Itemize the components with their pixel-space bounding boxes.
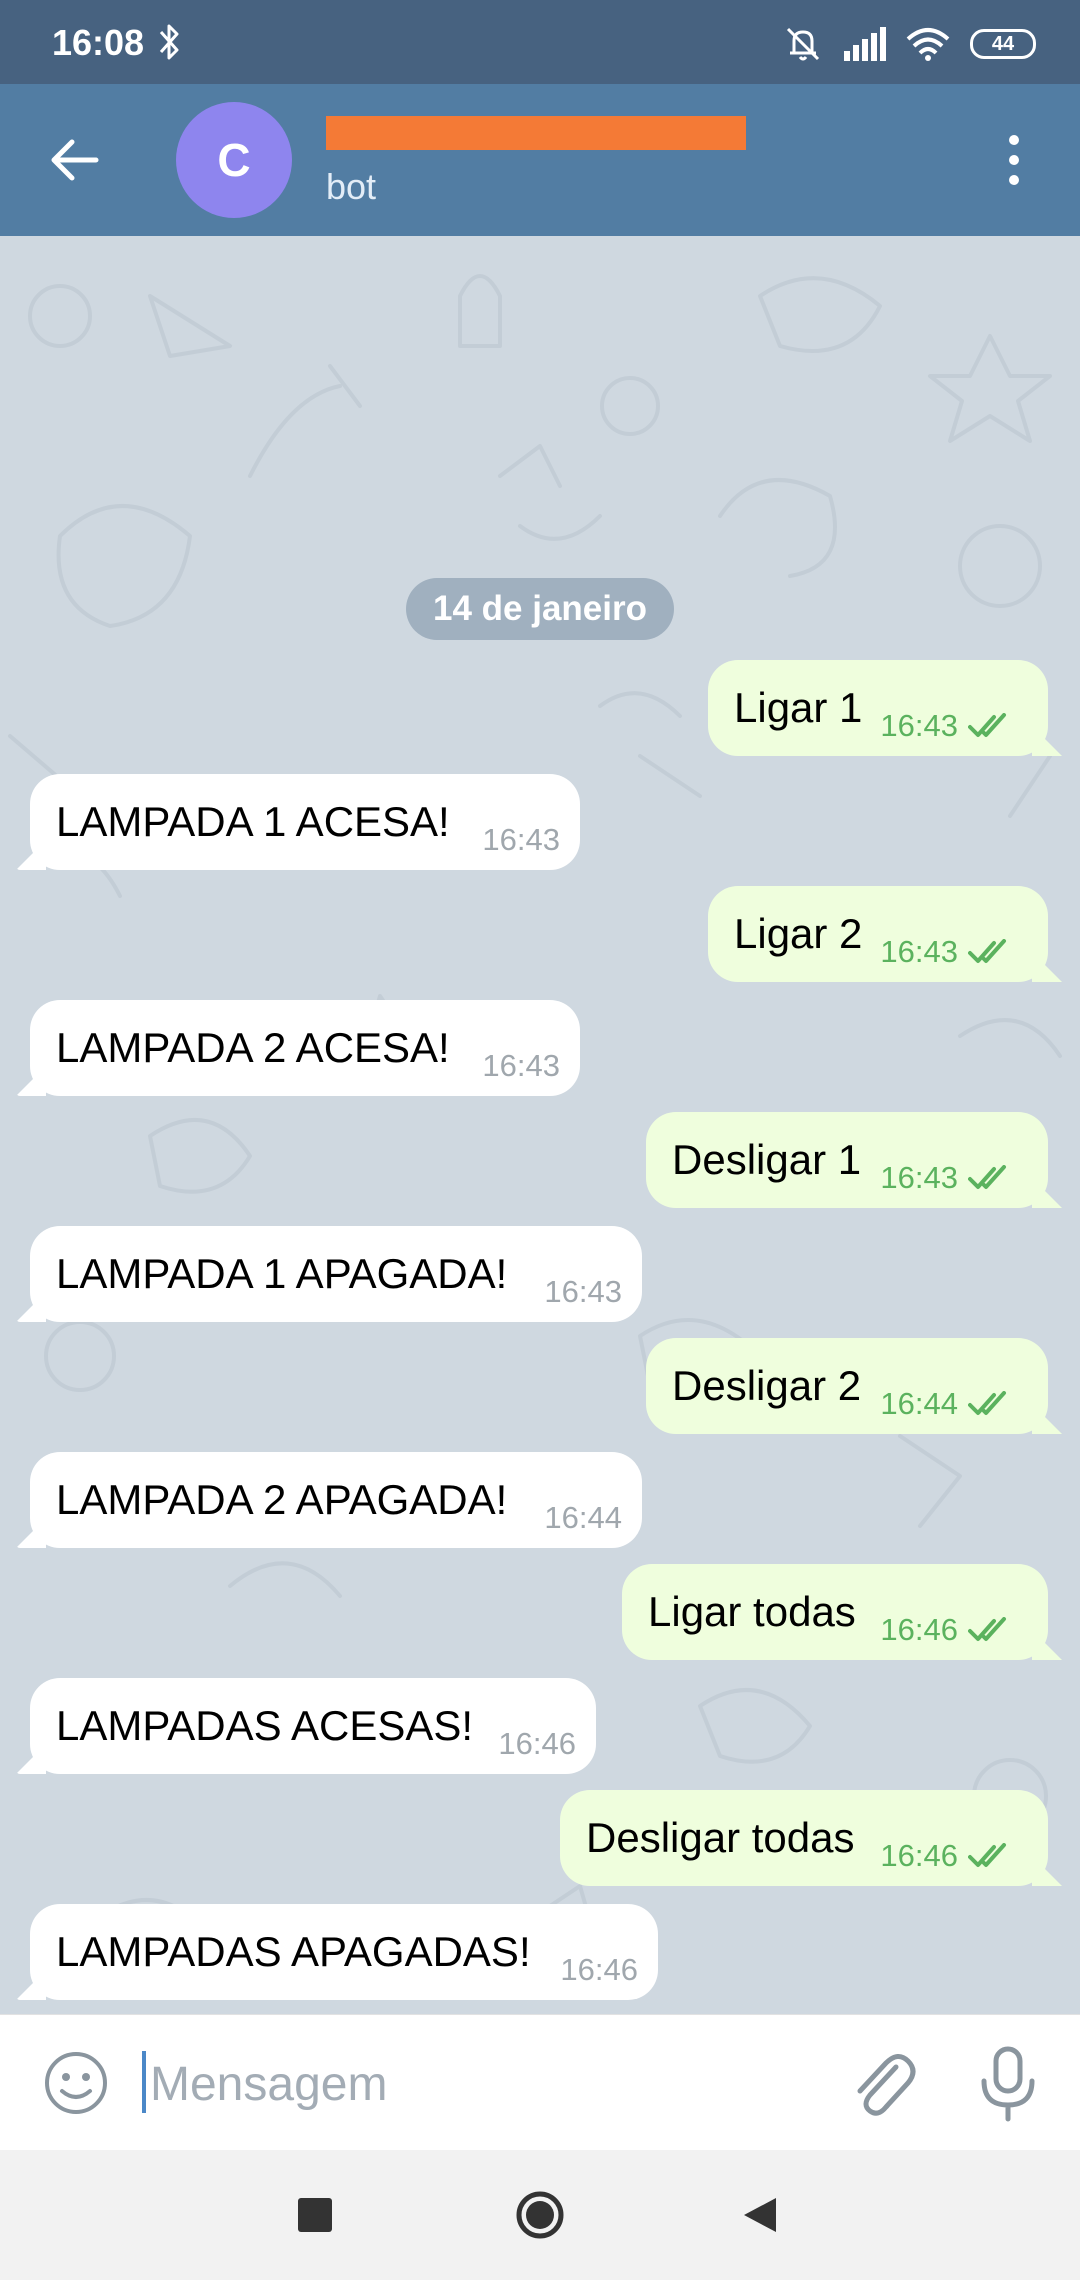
message-meta: 16:43 bbox=[880, 934, 1014, 970]
mute-icon bbox=[786, 27, 820, 61]
message-text: Ligar todas bbox=[648, 1588, 856, 1635]
wifi-icon bbox=[906, 28, 950, 61]
incoming-message[interactable]: LAMPADA 2 APAGADA! 16:44 bbox=[30, 1452, 642, 1548]
incoming-message[interactable]: LAMPADAS ACESAS! 16:46 bbox=[30, 1678, 596, 1774]
chat-subtitle: bot bbox=[326, 166, 377, 207]
incoming-message[interactable]: LAMPADA 1 APAGADA! 16:43 bbox=[30, 1226, 642, 1322]
system-navigation-bar bbox=[0, 2150, 1080, 2280]
outgoing-message[interactable]: Ligar 1 16:43 bbox=[708, 660, 1048, 756]
message-time: 16:43 bbox=[482, 822, 560, 857]
incoming-message[interactable]: LAMPADAS APAGADAS! 16:46 bbox=[30, 1904, 658, 2000]
double-check-icon bbox=[968, 1391, 1006, 1415]
message-time: 16:46 bbox=[560, 1952, 638, 1987]
message-meta: 16:46 bbox=[560, 1952, 638, 1988]
message-meta: 16:43 bbox=[482, 822, 560, 858]
home-button[interactable] bbox=[515, 2190, 565, 2240]
message-text: Ligar 2 bbox=[734, 910, 863, 957]
double-check-icon bbox=[968, 713, 1006, 737]
message-text: LAMPADAS APAGADAS! bbox=[56, 1928, 531, 1975]
message-input[interactable] bbox=[148, 2045, 792, 2123]
message-meta: 16:46 bbox=[498, 1726, 576, 1762]
outgoing-message[interactable]: Ligar todas 16:46 bbox=[622, 1564, 1048, 1660]
message-text: LAMPADA 2 ACESA! bbox=[56, 1024, 450, 1071]
outgoing-message[interactable]: Desligar 2 16:44 bbox=[646, 1338, 1048, 1434]
message-text: LAMPADA 1 APAGADA! bbox=[56, 1250, 508, 1297]
message-text: Desligar 1 bbox=[672, 1136, 862, 1183]
status-bar: 16:08 44 bbox=[0, 0, 1080, 84]
outgoing-message[interactable]: Ligar 2 16:43 bbox=[708, 886, 1048, 982]
recent-apps-button[interactable] bbox=[298, 2198, 332, 2232]
message-time: 16:46 bbox=[880, 1612, 958, 1647]
emoji-icon[interactable] bbox=[42, 2049, 110, 2117]
back-button[interactable] bbox=[742, 2196, 778, 2234]
avatar-letter: C bbox=[217, 134, 251, 186]
message-text: Ligar 1 bbox=[734, 684, 863, 731]
message-meta: 16:46 bbox=[880, 1838, 1014, 1874]
incoming-message[interactable]: LAMPADA 2 ACESA! 16:43 bbox=[30, 1000, 580, 1096]
double-check-icon bbox=[968, 939, 1006, 963]
message-meta: 16:46 bbox=[880, 1612, 1014, 1648]
message-composer bbox=[0, 2014, 1080, 2151]
message-meta: 16:43 bbox=[544, 1274, 622, 1310]
chat-history[interactable]: 14 de janeiro Ligar 1 16:43 LAMPADA 1 AC… bbox=[0, 236, 1080, 2014]
message-time: 16:43 bbox=[880, 1160, 958, 1195]
battery-icon: 44 bbox=[970, 29, 1036, 59]
message-text: LAMPADA 2 APAGADA! bbox=[56, 1476, 508, 1523]
message-time: 16:43 bbox=[880, 708, 958, 743]
message-meta: 16:44 bbox=[544, 1500, 622, 1536]
outgoing-message[interactable]: Desligar todas 16:46 bbox=[560, 1790, 1048, 1886]
double-check-icon bbox=[968, 1165, 1006, 1189]
message-time: 16:44 bbox=[544, 1500, 622, 1535]
microphone-icon[interactable] bbox=[976, 2043, 1040, 2123]
text-cursor bbox=[142, 2051, 146, 2113]
more-options-icon[interactable] bbox=[1000, 130, 1028, 190]
message-time: 16:44 bbox=[880, 1386, 958, 1421]
signal-icon bbox=[844, 27, 886, 61]
message-time: 16:46 bbox=[498, 1726, 576, 1761]
bluetooth-icon bbox=[159, 24, 179, 60]
message-time: 16:43 bbox=[482, 1048, 560, 1083]
message-meta: 16:43 bbox=[880, 1160, 1014, 1196]
message-meta: 16:44 bbox=[880, 1386, 1014, 1422]
message-time: 16:46 bbox=[880, 1838, 958, 1873]
redacted-chat-title[interactable] bbox=[326, 116, 746, 150]
message-meta: 16:43 bbox=[482, 1048, 560, 1084]
double-check-icon bbox=[968, 1843, 1006, 1867]
incoming-message[interactable]: LAMPADA 1 ACESA! 16:43 bbox=[30, 774, 580, 870]
avatar[interactable]: C bbox=[176, 102, 292, 218]
battery-level: 44 bbox=[991, 32, 1015, 55]
message-text: LAMPADAS ACESAS! bbox=[56, 1702, 474, 1749]
double-check-icon bbox=[968, 1617, 1006, 1641]
paperclip-icon[interactable] bbox=[846, 2045, 918, 2121]
message-time: 16:43 bbox=[880, 934, 958, 969]
message-time: 16:43 bbox=[544, 1274, 622, 1309]
chat-header: C bot bbox=[0, 84, 1080, 236]
date-divider: 14 de janeiro bbox=[406, 578, 674, 640]
status-time: 16:08 bbox=[52, 22, 145, 63]
outgoing-message[interactable]: Desligar 1 16:43 bbox=[646, 1112, 1048, 1208]
message-text: Desligar todas bbox=[586, 1814, 855, 1861]
message-text: Desligar 2 bbox=[672, 1362, 862, 1409]
message-text: LAMPADA 1 ACESA! bbox=[56, 798, 450, 845]
back-arrow-icon[interactable] bbox=[44, 130, 104, 190]
message-meta: 16:43 bbox=[880, 708, 1014, 744]
